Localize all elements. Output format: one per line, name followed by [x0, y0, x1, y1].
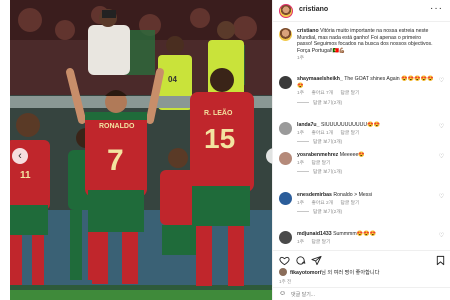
reply-link[interactable]: 답글 달기 — [311, 240, 330, 245]
post-header: cristiano ··· — [273, 0, 450, 22]
view-replies-link[interactable]: 답글 보기(3개) — [297, 140, 437, 147]
author-username[interactable]: cristiano — [299, 6, 328, 13]
comment-icon[interactable] — [295, 255, 306, 266]
caption-time[interactable]: 1주 — [297, 56, 304, 61]
jersey-number-7: 7 — [107, 144, 124, 177]
reply-link[interactable]: 답글 달기 — [340, 91, 359, 96]
add-comment-bar: ☺ — [273, 287, 450, 300]
comment-time[interactable]: 1주 — [297, 161, 304, 166]
comment-avatar[interactable] — [279, 152, 292, 165]
post-photo[interactable]: 04 11 RONALDO 7 R. LEÃO 15 ‹ — [10, 0, 272, 300]
comment-username[interactable]: landa7u_ — [297, 122, 320, 128]
instagram-post-view: 04 11 RONALDO 7 R. LEÃO 15 ‹ cristiano ·… — [0, 0, 450, 300]
caption-avatar[interactable] — [279, 28, 292, 41]
comment-avatar[interactable] — [279, 231, 292, 244]
comment-time[interactable]: 1주 — [297, 201, 304, 206]
comment-time[interactable]: 1주 — [297, 240, 304, 245]
comment-username[interactable]: yosrabenmehrez — [297, 152, 338, 158]
photo-illustration: 04 11 RONALDO 7 R. LEÃO 15 — [10, 0, 272, 300]
comment-time[interactable]: 1주 — [297, 91, 304, 96]
comment-time[interactable]: 1주 — [297, 131, 304, 136]
jersey-number-11: 11 — [20, 170, 31, 181]
post-actions-bar — [273, 250, 450, 268]
heart-icon[interactable]: ♡ — [438, 154, 445, 161]
liker-avatar[interactable] — [279, 268, 287, 276]
more-horizontal-icon[interactable]: ··· — [430, 3, 443, 14]
heart-icon[interactable]: ♡ — [438, 124, 445, 131]
comment-username[interactable]: enesdemirbas — [297, 192, 332, 198]
sleeve-badge: 04 — [168, 75, 177, 84]
post-side-panel: cristiano ··· cristiano Vitória muito im… — [272, 0, 450, 300]
jersey-name-leao: R. LEÃO — [204, 108, 233, 117]
carousel-prev-button[interactable]: ‹ — [12, 148, 28, 164]
comment-text: Ronaldo > Messi — [333, 192, 373, 198]
likes-summary: fikayotomori님 외 여러 명이 좋아합니다 — [279, 268, 449, 278]
comment-text: Summmm😍😍😍 — [333, 231, 377, 237]
reply-link[interactable]: 답글 달기 — [340, 131, 359, 136]
likes-text[interactable]: 님 외 여러 명이 좋아합니다 — [321, 270, 379, 276]
heart-icon[interactable]: ♡ — [438, 78, 445, 85]
comment-text: Meeeee😍 — [339, 152, 365, 158]
jersey-name-ronaldo: RONALDO — [99, 123, 135, 130]
heart-icon[interactable]: ♡ — [438, 233, 445, 240]
comment-likes[interactable]: 좋아요 7개 — [311, 91, 333, 96]
comment-avatar[interactable] — [279, 192, 292, 205]
reply-link[interactable]: 답글 달기 — [340, 201, 359, 206]
liker-username[interactable]: fikayotomori — [290, 270, 321, 276]
author-avatar[interactable] — [279, 4, 293, 18]
heart-icon[interactable]: ♡ — [438, 194, 445, 201]
jersey-number-15: 15 — [204, 123, 235, 154]
left-margin — [0, 0, 10, 300]
view-replies-link[interactable]: 답글 보기(1개) — [297, 170, 437, 177]
view-replies-link[interactable]: 답글 보기(2개) — [297, 101, 437, 108]
caption-username[interactable]: cristiano — [297, 28, 319, 34]
view-replies-link[interactable]: 답글 보기(2개) — [297, 210, 437, 217]
comment-username[interactable]: shaymaaelsheikh_ — [297, 76, 343, 82]
smile-icon[interactable]: ☺ — [279, 290, 286, 297]
comment-avatar[interactable] — [279, 76, 292, 89]
comment-text: SIUUUUUUUUUUU😍😍 — [320, 122, 380, 128]
comment-likes[interactable]: 좋아요 2개 — [311, 201, 333, 206]
reply-link[interactable]: 답글 달기 — [311, 161, 330, 166]
comments-list: cristiano Vitória muito importante na no… — [273, 24, 450, 250]
comment-likes[interactable]: 좋아요 1개 — [311, 131, 333, 136]
bookmark-icon[interactable] — [435, 255, 446, 266]
comment-username[interactable]: mdjunaid1433 — [297, 231, 332, 237]
share-icon[interactable] — [311, 255, 322, 266]
comment-input[interactable] — [291, 290, 431, 299]
heart-icon[interactable] — [279, 255, 290, 266]
post-date: 1주 전 — [279, 279, 292, 284]
comment-avatar[interactable] — [279, 122, 292, 135]
